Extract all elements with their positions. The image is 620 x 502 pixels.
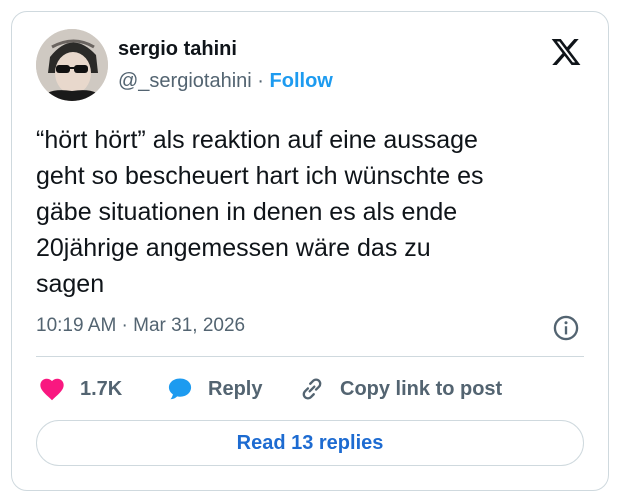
copy-link-button[interactable]: Copy link to post (298, 374, 502, 404)
read-replies-button[interactable]: Read 13 replies (36, 420, 584, 466)
divider (36, 356, 584, 357)
copy-link-label: Copy link to post (340, 377, 503, 400)
tweet-card: sergio tahini @_sergiotahini · Follow “h… (11, 11, 609, 491)
read-replies-label: Read 13 replies (236, 431, 384, 454)
speech-bubble-icon (168, 378, 192, 400)
author-handle-row: @_sergiotahini · Follow (118, 70, 333, 93)
tweet-timestamp[interactable]: 10:19 AM · Mar 31, 2026 (36, 315, 245, 337)
tweet-text: “hört hört” als reaktion auf eine aussag… (36, 126, 484, 298)
heart-icon (40, 378, 64, 401)
x-logo-icon[interactable] (550, 36, 582, 68)
handle-separator: · (257, 70, 264, 92)
link-icon (302, 378, 322, 400)
info-icon[interactable] (552, 314, 580, 342)
avatar-image (36, 29, 108, 101)
author-display-name[interactable]: sergio tahini (118, 38, 237, 61)
reply-label: Reply (208, 377, 263, 400)
avatar[interactable] (36, 29, 108, 101)
like-button[interactable]: 1.7K (38, 374, 122, 404)
follow-button[interactable]: Follow (270, 70, 333, 92)
author-handle[interactable]: @_sergiotahini (118, 70, 252, 92)
like-count: 1.7K (80, 377, 123, 400)
reply-button[interactable]: Reply (166, 374, 262, 404)
